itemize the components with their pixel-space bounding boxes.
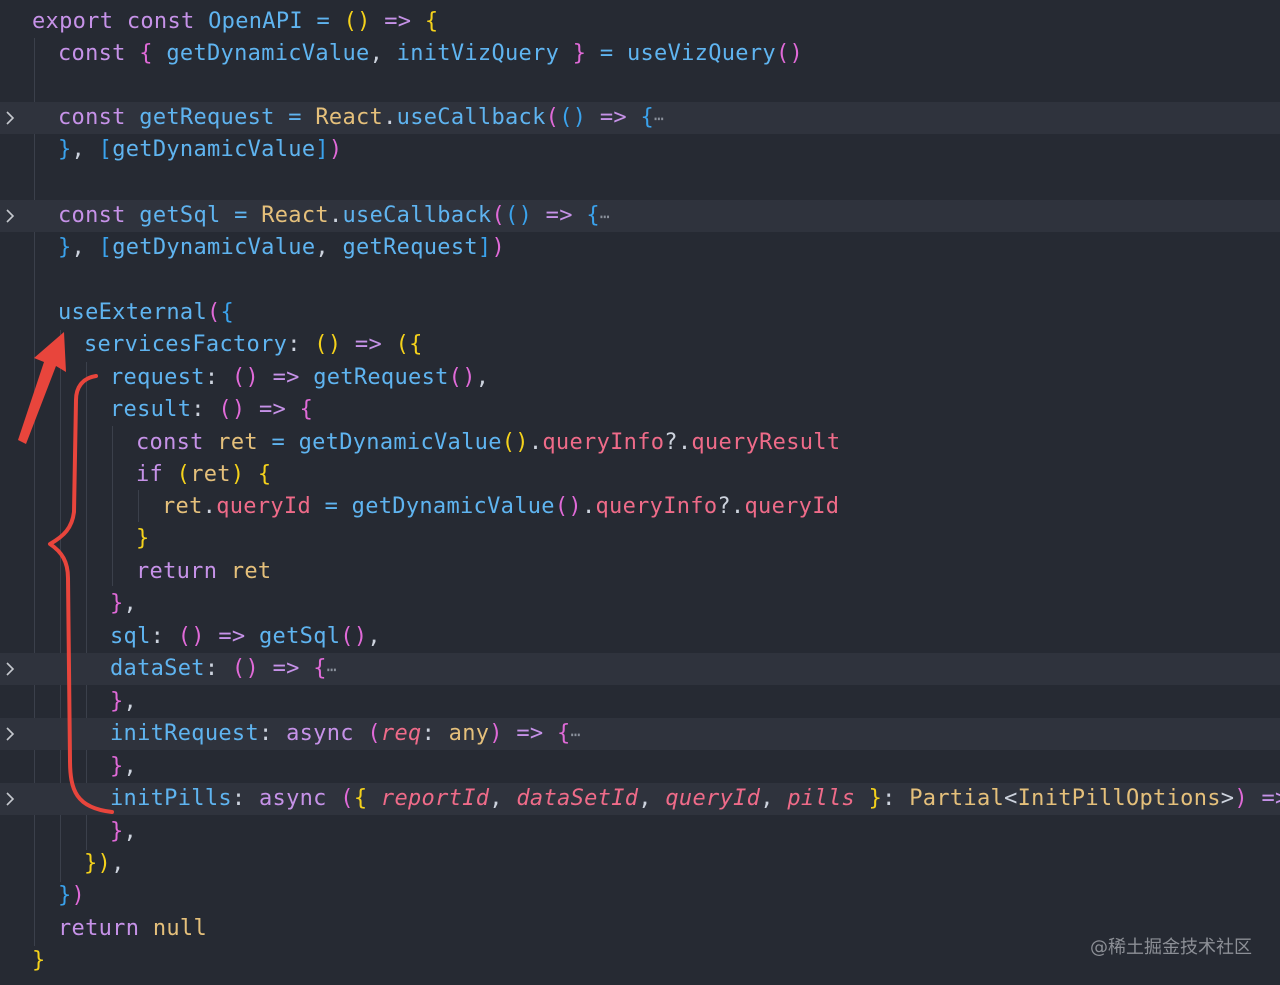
code-line[interactable]: ret.queryId = getDynamicValue().queryInf… [0, 491, 1280, 523]
code-line[interactable]: request: () => getRequest(), [0, 362, 1280, 394]
fold-ellipsis-icon[interactable]: ⋯ [327, 660, 337, 679]
chevron-right-icon[interactable] [4, 110, 16, 126]
code-line-folded[interactable]: const getSql = React.useCallback(() => {… [0, 200, 1280, 232]
code-line[interactable]: result: () => { [0, 394, 1280, 426]
code-line[interactable]: }, [0, 588, 1280, 620]
code-line-folded[interactable]: dataSet: () => {⋯ [0, 653, 1280, 685]
chevron-right-icon[interactable] [4, 661, 16, 677]
code-line[interactable]: }, [0, 816, 1280, 848]
code-line[interactable]: sql: () => getSql(), [0, 621, 1280, 653]
code-line[interactable]: return ret [0, 556, 1280, 588]
code-line[interactable]: return null [0, 913, 1280, 945]
code-line[interactable]: }, [getDynamicValue, getRequest]) [0, 232, 1280, 264]
fold-ellipsis-icon[interactable]: ⋯ [571, 725, 581, 744]
code-line-folded[interactable]: initPills: async ({ reportId, dataSetId,… [0, 783, 1280, 815]
watermark: @稀土掘金技术社区 [1090, 937, 1252, 958]
code-line-folded[interactable]: const getRequest = React.useCallback(() … [0, 102, 1280, 134]
code-line[interactable]: servicesFactory: () => ({ [0, 329, 1280, 361]
code-line[interactable]: const { getDynamicValue, initVizQuery } … [0, 38, 1280, 70]
fold-ellipsis-icon[interactable]: ⋯ [654, 109, 664, 128]
code-line[interactable]: useExternal({ [0, 297, 1280, 329]
code-line[interactable]: if (ret) { [0, 459, 1280, 491]
code-line[interactable]: }) [0, 880, 1280, 912]
code-line[interactable]: export const OpenAPI = () => { [0, 6, 1280, 38]
chevron-right-icon[interactable] [4, 791, 16, 807]
code-line[interactable]: }, [getDynamicValue]) [0, 134, 1280, 166]
code-line[interactable]: }), [0, 848, 1280, 880]
code-line[interactable]: }, [0, 686, 1280, 718]
code-line[interactable]: }, [0, 751, 1280, 783]
code-line-folded[interactable]: initRequest: async (req: any) => {⋯ [0, 718, 1280, 750]
chevron-right-icon[interactable] [4, 726, 16, 742]
fold-ellipsis-icon[interactable]: ⋯ [600, 207, 610, 226]
code-editor[interactable]: export const OpenAPI = () => { const { g… [0, 0, 1280, 985]
code-line[interactable]: const ret = getDynamicValue().queryInfo?… [0, 427, 1280, 459]
code-line[interactable]: } [0, 945, 1280, 977]
chevron-right-icon[interactable] [4, 208, 16, 224]
code-line[interactable]: } [0, 523, 1280, 555]
